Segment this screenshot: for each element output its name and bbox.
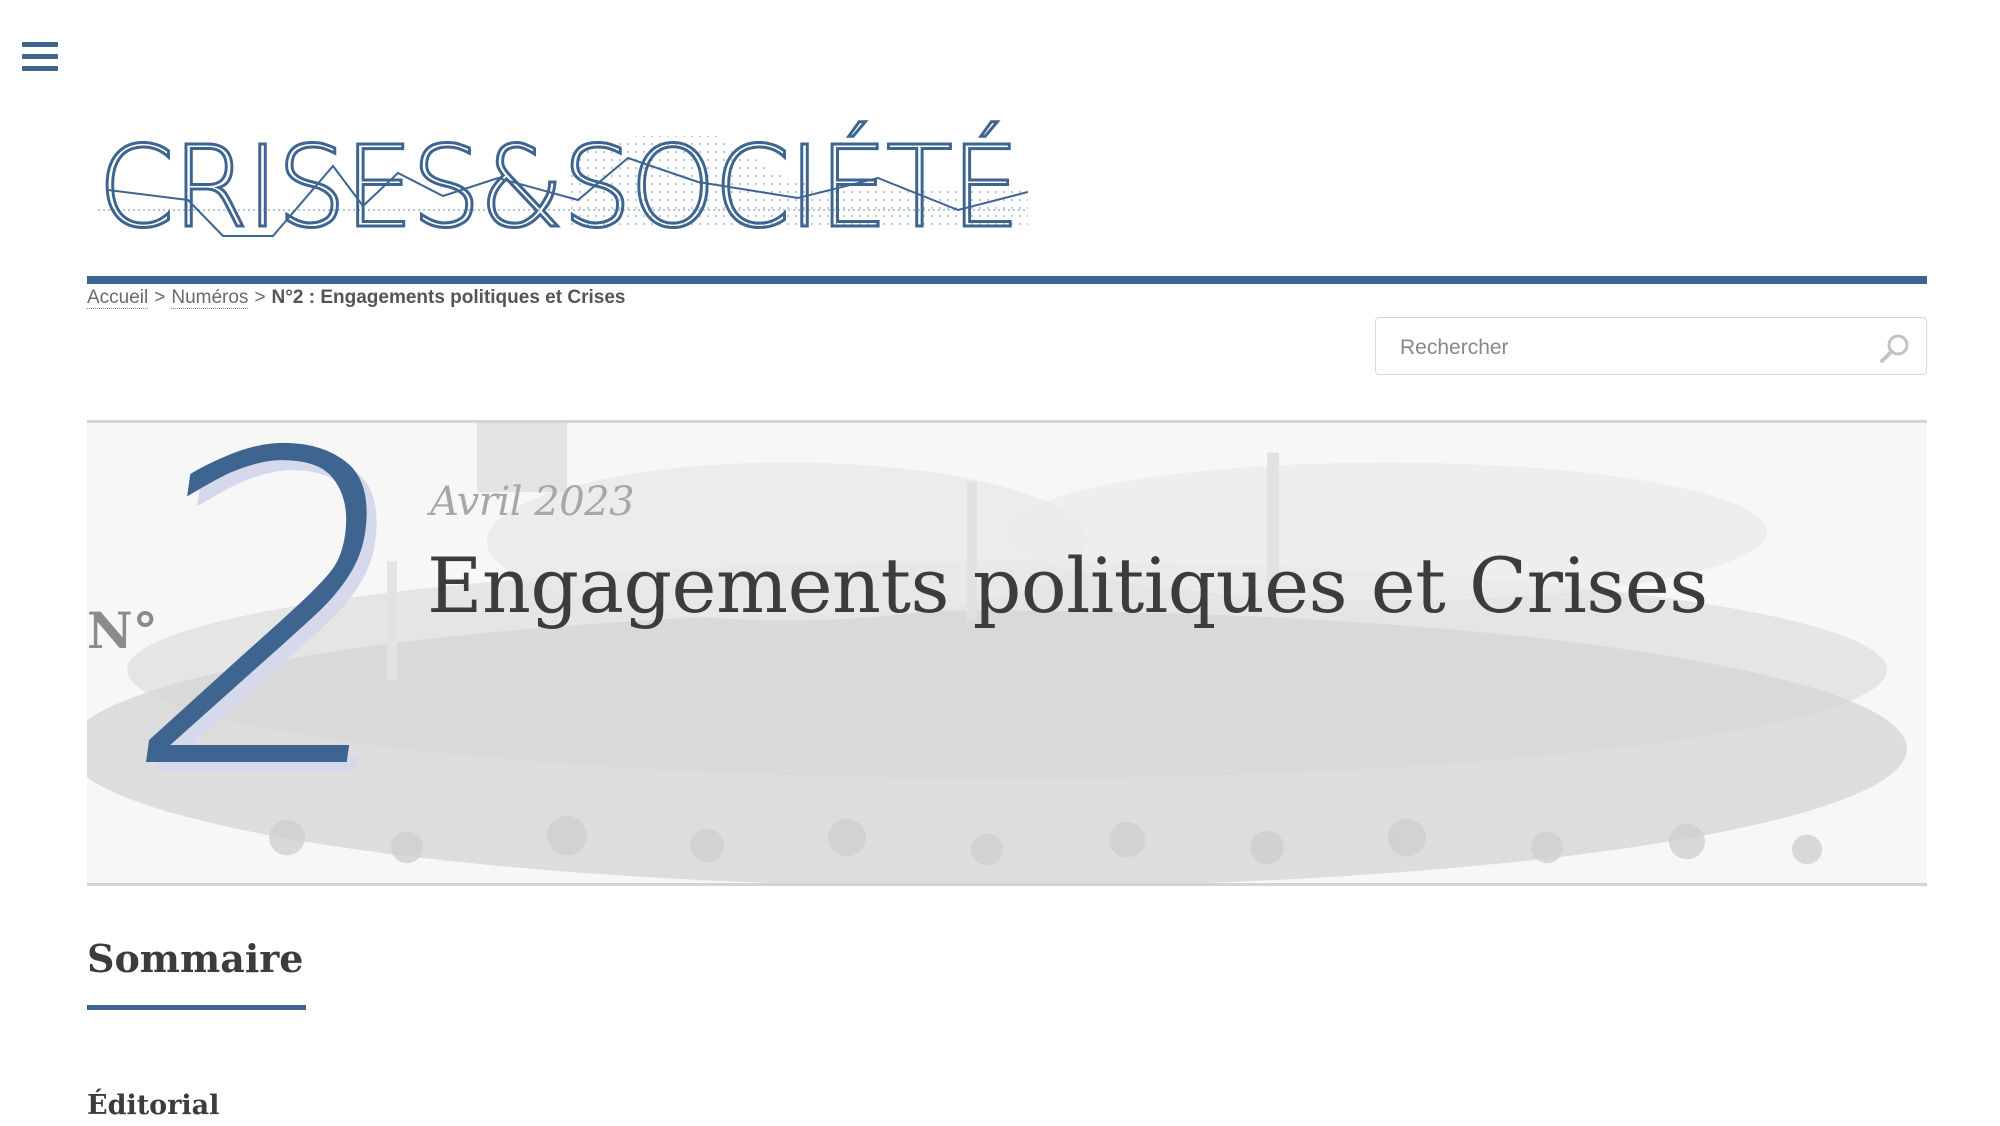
header-divider [87, 276, 1927, 284]
svg-text:CRISES&SOCIÉTÉ: CRISES&SOCIÉTÉ [98, 121, 1018, 248]
editorial-heading: Éditorial [87, 1090, 220, 1121]
breadcrumb-issues-link[interactable]: Numéros [171, 287, 249, 309]
search-input[interactable] [1398, 332, 1862, 364]
breadcrumb-home-link[interactable]: Accueil [87, 287, 149, 309]
issue-banner: N° 2 2 Avril 2023 Engagements politiques… [87, 420, 1927, 886]
hamburger-menu-icon[interactable] [22, 42, 62, 78]
breadcrumb-separator: > [254, 287, 266, 308]
section-title: Sommaire [87, 936, 304, 981]
search-box [1375, 317, 1927, 375]
search-icon[interactable] [1878, 332, 1912, 366]
breadcrumb-separator: > [154, 287, 166, 308]
breadcrumb-current: N°2 : Engagements politiques et Crises [271, 287, 626, 308]
issue-title: Engagements politiques et Crises [427, 541, 1708, 630]
breadcrumb: Accueil > Numéros > N°2 : Engagements politi… [87, 287, 625, 309]
issue-date: Avril 2023 [430, 479, 635, 525]
section-title-underline [87, 1005, 306, 1010]
site-logo[interactable]: CRISES&SOCIÉTÉ [98, 118, 1028, 248]
